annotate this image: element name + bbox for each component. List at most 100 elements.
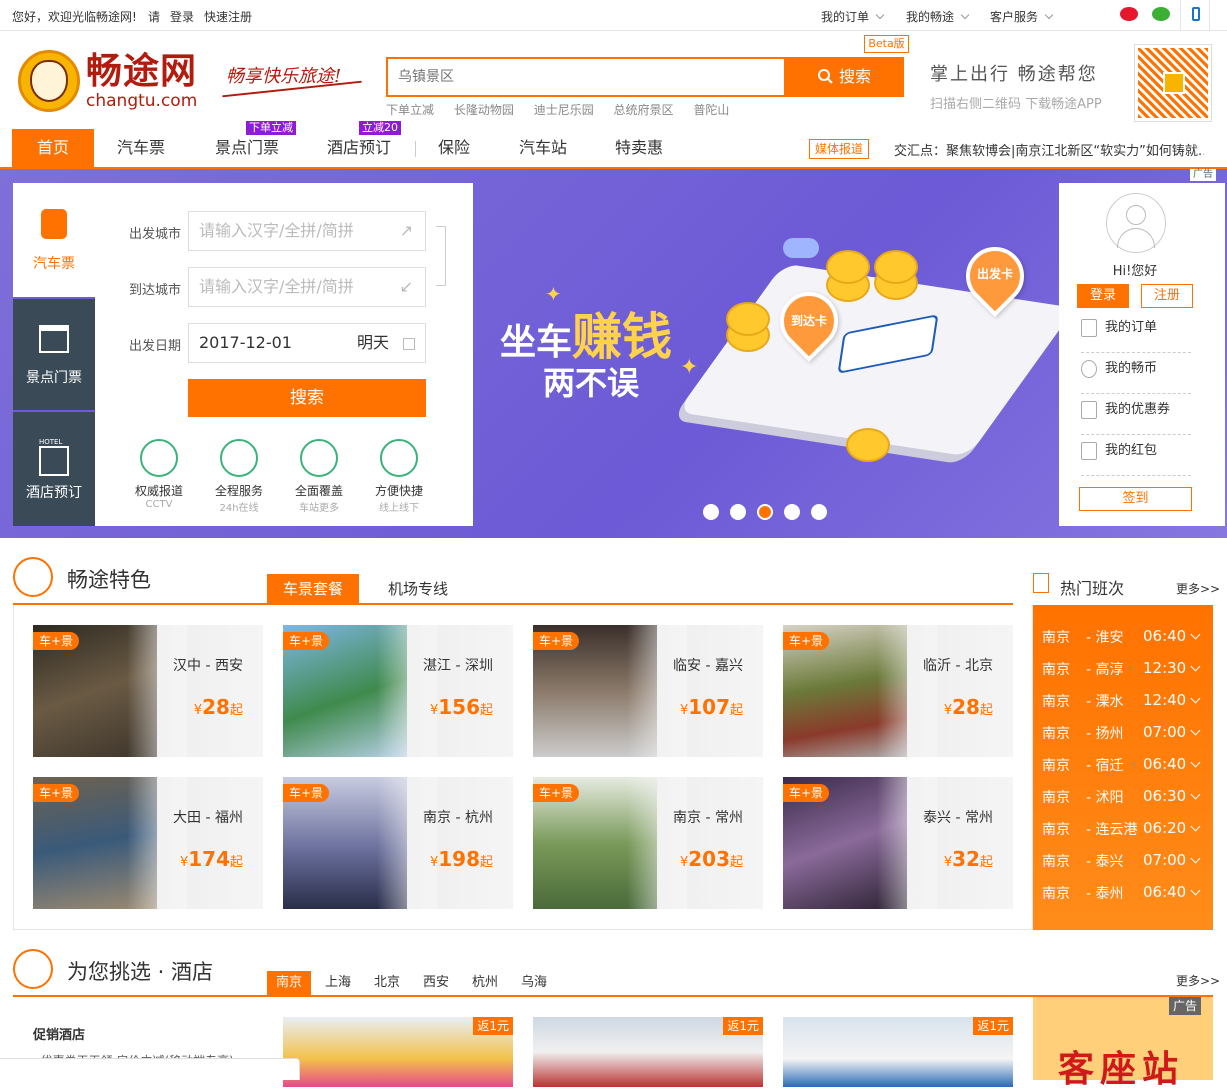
hot-route-row[interactable]: 南京 - 泰兴 07:00 [1042,851,1202,883]
cashback-badge: 返1元 [973,1017,1013,1035]
hotel-card[interactable]: 返1元 [783,1017,1013,1087]
hot-routes-more-link[interactable]: 更多>> [1176,580,1220,597]
nav-bus-station[interactable]: 汽车站 [512,129,574,167]
logo-text[interactable]: 畅途网 [86,52,197,92]
package-card[interactable]: 车+景 南京 - 杭州 ¥198起 [283,777,513,909]
hot-route-row[interactable]: 南京 - 连云港 06:20 [1042,819,1202,851]
route-to: - 高淳 [1086,662,1124,678]
feature-sub: CCTV [145,499,173,510]
tab-airport-line[interactable]: 机场专线 [374,574,462,604]
hotel-card[interactable]: 返1元 [533,1017,763,1087]
tab-city-shanghai[interactable]: 上海 [316,971,360,995]
user-login-button[interactable]: 登录 [1077,284,1129,308]
search-button[interactable]: 搜索 [784,57,904,97]
hot-word[interactable]: 迪士尼乐园 [534,103,594,117]
tab-city-nanjing[interactable]: 南京 [267,971,311,995]
route-from: 南京 [1042,662,1070,678]
ticket-icon [380,439,418,477]
package-card[interactable]: 车+景 临沂 - 北京 ¥28起 [783,625,1013,757]
hot-route-row[interactable]: 南京 - 扬州 07:00 [1042,723,1202,755]
package-price: ¥174起 [180,847,243,871]
wechat-icon[interactable] [1152,7,1170,21]
route-time: 07:00 [1143,723,1187,741]
weibo-icon[interactable] [1120,7,1138,21]
tab-scenic-ticket[interactable]: 景点门票 [13,297,95,410]
user-menu-label: 我的优惠券 [1105,402,1171,417]
nav-special-sale[interactable]: 特卖惠 [608,129,670,167]
search-input[interactable] [388,59,784,95]
image-fade [127,625,187,757]
hot-word[interactable]: 长隆动物园 [454,103,514,117]
search-button-label: 搜索 [838,67,871,86]
date-input[interactable]: 2017-12-01 明天 [188,323,426,363]
package-tag: 车+景 [33,632,80,650]
price-unit: 起 [229,855,243,870]
tab-city-beijing[interactable]: 北京 [365,971,409,995]
hot-word[interactable]: 普陀山 [693,103,729,117]
login-link[interactable]: 登录 [170,8,194,25]
package-card[interactable]: 车+景 泰兴 - 常州 ¥32起 [783,777,1013,909]
to-city-input[interactable]: 请输入汉字/全拼/简拼 ↙ [188,267,426,307]
service-menu[interactable]: 客户服务 [990,8,1054,25]
route-time: 12:30 [1143,659,1187,677]
hotel-more-link[interactable]: 更多>> [1176,972,1220,989]
package-card[interactable]: 车+景 南京 - 常州 ¥203起 [533,777,763,909]
hot-route-row[interactable]: 南京 - 溧水 12:40 [1042,691,1202,723]
user-menu-coupons[interactable]: 我的优惠券 [1081,395,1191,435]
user-register-button[interactable]: 注册 [1141,284,1193,308]
route-time: 12:40 [1143,691,1187,709]
hotel-icon [39,446,69,476]
bus-search-button[interactable]: 搜索 [188,379,426,417]
hot-route-row[interactable]: 南京 - 泰州 06:40 [1042,883,1202,915]
nav-bus-tickets[interactable]: 汽车票 [104,129,178,167]
package-tag: 车+景 [533,632,580,650]
tab-hotel-booking[interactable]: HOTEL 酒店预订 [13,410,95,526]
mobile-app-button[interactable] [1180,0,1210,31]
my-orders-menu[interactable]: 我的订单 [821,8,885,25]
package-tag: 车+景 [33,784,80,802]
tab-bus-ticket[interactable]: 汽车票 [13,183,95,297]
from-city-input[interactable]: 请输入汉字/全拼/简拼 ↗ [188,211,426,251]
carousel-dot-active[interactable] [757,504,773,520]
price-unit: 起 [729,703,743,718]
package-card[interactable]: 车+景 临安 - 嘉兴 ¥107起 [533,625,763,757]
hot-route-row[interactable]: 南京 - 宿迁 06:40 [1042,755,1202,787]
hot-word[interactable]: 下单立减 [386,103,434,117]
package-card[interactable]: 车+景 湛江 - 深圳 ¥156起 [283,625,513,757]
coin-icon [874,250,918,284]
tab-city-hangzhou[interactable]: 杭州 [463,971,507,995]
register-link[interactable]: 快速注册 [204,8,252,25]
package-route: 泰兴 - 常州 [923,810,993,826]
image-fade [377,625,437,757]
swap-cities-icon[interactable] [436,226,446,286]
signin-button[interactable]: 签到 [1079,487,1192,511]
user-menu-orders[interactable]: 我的订单 [1081,313,1191,353]
tab-city-wuhai[interactable]: 乌海 [512,971,556,995]
carousel-dot[interactable] [811,504,827,520]
hotel-card[interactable]: 返1元 [283,1017,513,1087]
price-value: 198 [438,847,480,871]
user-menu-coins[interactable]: 我的畅币 [1081,354,1191,394]
hot-route-row[interactable]: 南京 - 淮安 06:40 [1042,627,1202,659]
tab-bus-scenic-package[interactable]: 车景套餐 [267,574,359,604]
package-card[interactable]: 车+景 大田 - 福州 ¥174起 [33,777,263,909]
my-changtu-menu[interactable]: 我的畅途 [906,8,970,25]
feature-title: 权威报道 [134,484,183,498]
media-report-headline[interactable]: 交汇点：聚焦软博会|南京江北新区“软实力”如何铸就… [894,140,1204,159]
carousel-dot[interactable] [730,504,746,520]
tab-city-xian[interactable]: 西安 [414,971,458,995]
nav-home[interactable]: 首页 [12,129,94,167]
banner-headline-part: 坐车 [500,322,573,363]
package-card[interactable]: 车+景 汉中 - 西安 ¥28起 [33,625,263,757]
package-tag: 车+景 [783,784,830,802]
feature-sub: 线上线下 [379,503,419,514]
hot-route-row[interactable]: 南京 - 沭阳 06:30 [1042,787,1202,819]
package-route: 大田 - 福州 [173,810,243,826]
carousel-dot[interactable] [703,504,719,520]
nav-insurance[interactable]: 保险 [430,129,478,167]
hot-route-row[interactable]: 南京 - 高淳 12:30 [1042,659,1202,691]
hot-word[interactable]: 总统府景区 [614,103,674,117]
user-menu-red-packet[interactable]: 我的红包 [1081,436,1191,476]
carousel-dot[interactable] [784,504,800,520]
qr-logo-icon [1163,72,1185,94]
